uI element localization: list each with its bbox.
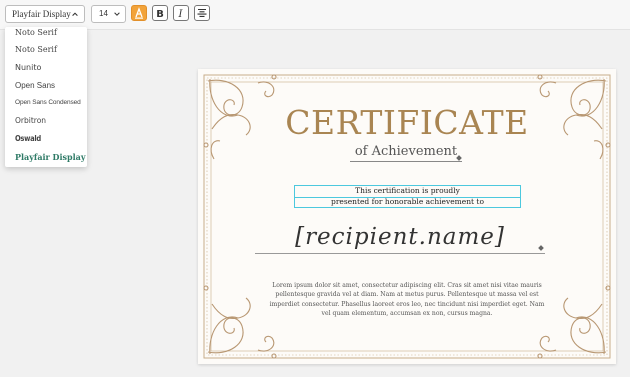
font-option-playfair-display[interactable]: Playfair Display <box>15 152 86 162</box>
bold-icon: B <box>156 9 164 20</box>
statement-text-box[interactable]: This certification is proudly presented … <box>294 185 521 208</box>
chevron-up-icon <box>72 12 78 16</box>
font-option-open-sans-condensed[interactable]: Open Sans Condensed <box>15 99 81 106</box>
svg-text:I: I <box>178 9 184 20</box>
editor-toolbar: Playfair Display 14 B I <box>0 0 630 30</box>
certificate-body-text[interactable]: Lorem ipsum dolor sit amet, consectetur … <box>268 281 546 319</box>
statement-line-divider <box>295 197 520 198</box>
font-option-nunito[interactable]: Nunito <box>15 63 41 72</box>
text-color-button[interactable] <box>131 5 147 21</box>
recipient-name-field[interactable]: [recipient.name] <box>255 224 545 254</box>
font-option-orbitron[interactable]: Orbitron <box>15 116 46 125</box>
italic-button[interactable]: I <box>173 5 189 21</box>
font-size-select[interactable]: 14 <box>91 5 126 23</box>
chevron-down-icon <box>114 12 120 16</box>
italic-icon: I <box>178 9 184 20</box>
font-option-noto-serif-2[interactable]: Noto Serif <box>15 45 57 54</box>
svg-text:B: B <box>156 9 164 20</box>
align-center-icon <box>197 8 207 17</box>
font-option-oswald[interactable]: Oswald <box>15 134 41 143</box>
statement-line-2: presented for honorable achievement to <box>331 196 484 206</box>
font-option-open-sans[interactable]: Open Sans <box>15 81 55 90</box>
font-family-select[interactable]: Playfair Display <box>5 5 85 23</box>
bold-button[interactable]: B <box>152 5 168 21</box>
font-size-value: 14 <box>99 9 108 18</box>
certificate-title[interactable]: CERTIFICATE <box>198 103 616 142</box>
certificate-subtitle[interactable]: of Achievement <box>350 144 462 162</box>
text-color-icon <box>135 7 143 19</box>
align-center-button[interactable] <box>194 5 210 21</box>
certificate-canvas: CERTIFICATE of Achievement This certific… <box>198 69 616 364</box>
font-option-noto-serif[interactable]: Noto Serif <box>15 28 57 37</box>
font-family-value: Playfair Display <box>12 9 71 19</box>
font-family-dropdown: Noto Serif Noto Serif Nunito Open Sans O… <box>5 27 87 167</box>
statement-line-1: This certification is proudly <box>355 186 460 195</box>
